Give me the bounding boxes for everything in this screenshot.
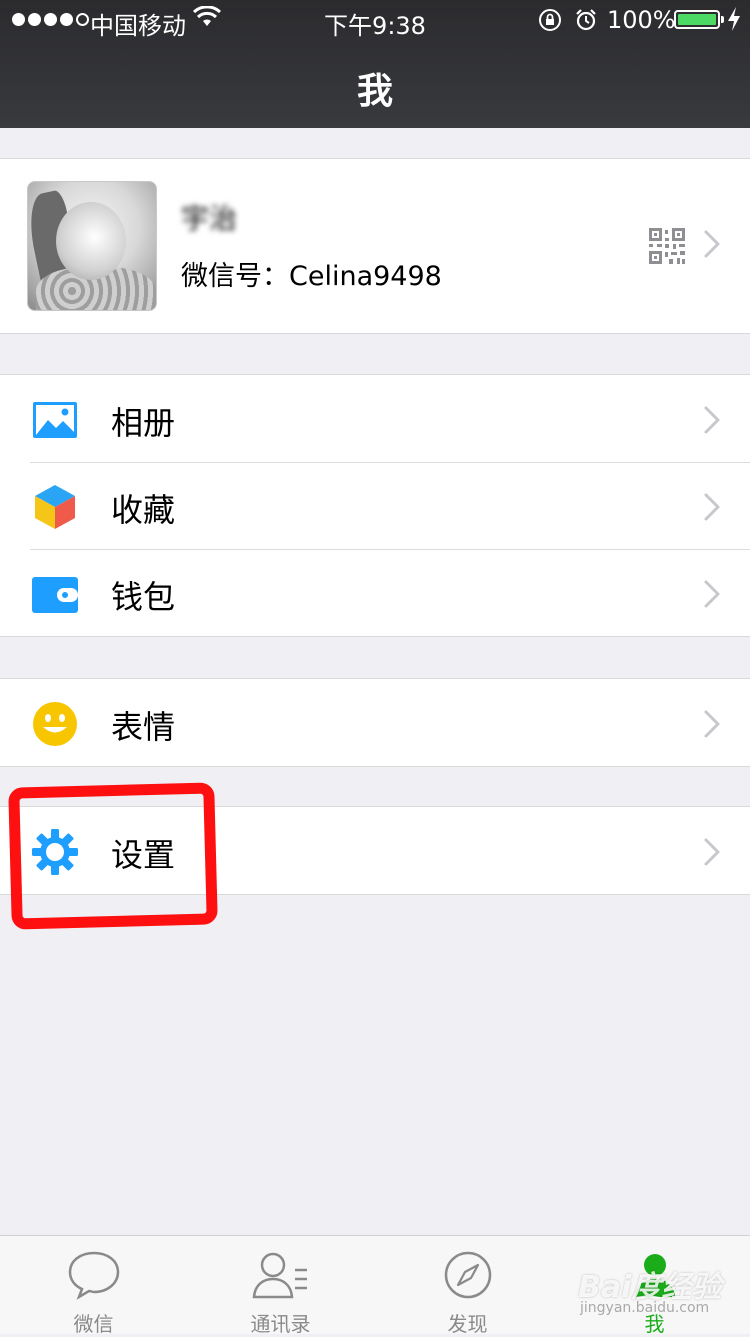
compass-icon — [444, 1251, 491, 1299]
menu-group-stickers: 表情 — [0, 678, 750, 767]
chevron-right-icon — [704, 230, 720, 258]
settings-gear-icon — [32, 829, 78, 875]
chevron-right-icon — [704, 710, 720, 738]
avatar[interactable] — [27, 181, 157, 311]
app-header: 中国移动 下午9:38 100% 我 — [0, 0, 750, 128]
menu-group-settings: 设置 — [0, 806, 750, 895]
menu-item-stickers[interactable]: 表情 — [0, 679, 750, 766]
chevron-right-icon — [704, 580, 720, 608]
profile-wechat-id: 微信号：Celina9498 — [181, 261, 442, 292]
menu-item-album[interactable]: 相册 — [0, 375, 750, 462]
menu-item-label: 相册 — [111, 404, 176, 442]
tab-label: 通讯录 — [250, 1312, 311, 1336]
watermark-url: jingyan.baidu.com — [580, 1300, 710, 1316]
menu-item-label: 设置 — [111, 836, 176, 874]
page-title: 我 — [356, 71, 393, 112]
tab-discover[interactable]: 发现 — [374, 1236, 561, 1336]
profile-card[interactable]: 宇治 微信号：Celina9498 — [0, 158, 750, 334]
menu-item-label: 钱包 — [111, 578, 176, 616]
tab-chats[interactable]: 微信 — [0, 1236, 187, 1336]
chevron-right-icon — [704, 838, 720, 866]
chevron-right-icon — [704, 406, 720, 434]
charging-bolt-icon — [728, 7, 740, 31]
chevron-right-icon — [704, 493, 720, 521]
menu-item-label: 表情 — [111, 708, 176, 746]
album-icon — [33, 402, 77, 438]
sticker-icon — [33, 702, 77, 746]
menu-item-favorites[interactable]: 收藏 — [0, 462, 750, 549]
profile-nickname: 宇治 — [181, 202, 238, 235]
menu-group-main: 相册 收藏 钱包 — [0, 374, 750, 637]
alarm-icon — [576, 9, 596, 31]
battery-icon — [674, 10, 724, 29]
menu-item-settings[interactable]: 设置 — [0, 807, 750, 894]
chat-bubble-icon — [68, 1251, 119, 1300]
menu-item-wallet[interactable]: 钱包 — [0, 549, 750, 636]
wallet-icon — [32, 577, 78, 613]
contacts-icon — [252, 1252, 307, 1299]
status-bar: 中国移动 下午9:38 100% — [0, 0, 750, 40]
favorites-icon — [35, 485, 75, 529]
menu-item-label: 收藏 — [111, 491, 176, 529]
tab-label: 发现 — [447, 1312, 488, 1336]
rotation-lock-icon — [539, 9, 561, 31]
tab-label: 微信 — [73, 1312, 114, 1336]
battery-percent: 100% — [607, 6, 676, 34]
qr-code-icon[interactable] — [649, 228, 685, 264]
tab-contacts[interactable]: 通讯录 — [187, 1236, 374, 1336]
